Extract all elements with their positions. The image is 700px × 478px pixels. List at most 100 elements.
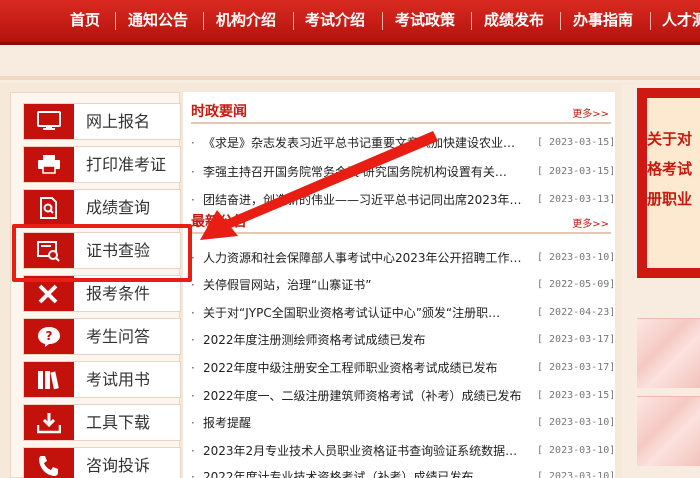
phone-icon: [24, 448, 74, 478]
notice-date: [ 2023-03-15]: [537, 390, 613, 401]
list-item[interactable]: · 报考提醒 [ 2023-03-10]: [191, 412, 613, 434]
bullet: ·: [191, 389, 195, 403]
menu-label: 工具下载: [86, 413, 151, 432]
notice-text: 关于对 格考试 册职业: [647, 124, 700, 214]
books-icon: [24, 362, 74, 397]
nav-about[interactable]: 机构介绍: [216, 0, 276, 42]
news-date: [ 2023-03-15]: [537, 166, 613, 177]
side-banner[interactable]: [637, 318, 700, 388]
list-item[interactable]: · 关停假冒网站，治理“山寨证书” [ 2022-05-09]: [191, 274, 613, 296]
menu-online-registration[interactable]: 网上报名: [23, 103, 181, 140]
menu-tool-download[interactable]: 工具下载: [23, 404, 181, 441]
menu-label: 网上报名: [86, 112, 151, 131]
list-item[interactable]: · 2023年2月专业技术人员职业资格证书查询验证系统数据… [ 2023-03…: [191, 440, 613, 462]
notice-date: [ 2023-03-10]: [537, 471, 613, 478]
notice-title[interactable]: 报考提醒: [203, 412, 531, 434]
menu-print-admission[interactable]: 打印准考证: [23, 146, 181, 183]
highlight-box: [12, 224, 192, 282]
list-item[interactable]: · 团结奋进，创造新的伟业——习近平总书记同出席2023年… [ 2023-03…: [191, 189, 613, 211]
bullet: ·: [191, 306, 195, 320]
section-header-notices: 最新公告 更多>>: [191, 210, 611, 234]
top-navigation: 首页 通知公告 机构介绍 考试介绍 考试政策 成绩发布 办事指南 人才测: [0, 0, 700, 45]
notice-line: 格考试: [647, 160, 693, 178]
bullet: ·: [191, 165, 195, 179]
nav-results[interactable]: 成绩发布: [484, 0, 544, 42]
list-item[interactable]: · 2022年度一、二级注册建筑师资格考试（补考）成绩已发布 [ 2023-03…: [191, 385, 613, 407]
menu-label: 考生问答: [86, 327, 151, 346]
news-panel: 时政要闻 更多>> · 《求是》杂志发表习近平总书记重要文章《加快建设农业… […: [183, 92, 615, 478]
notice-date: [ 2022-04-23]: [537, 307, 613, 318]
menu-label: 成绩查询: [86, 198, 151, 217]
nav-exam-intro[interactable]: 考试介绍: [305, 0, 365, 42]
section-title: 时政要闻: [191, 104, 247, 120]
list-item[interactable]: · 2022年度中级注册安全工程师职业资格考试成绩已发布 [ 2023-03-1…: [191, 357, 613, 379]
menu-label: 考试用书: [86, 370, 151, 389]
menu-label: 咨询投诉: [86, 456, 151, 475]
list-item[interactable]: · 关于对“JYPC全国职业资格考试认证中心”颁发“注册职… [ 2022-04…: [191, 302, 613, 324]
section-title: 最新公告: [191, 214, 247, 230]
bullet: ·: [191, 470, 195, 478]
more-link[interactable]: 更多>>: [572, 215, 609, 230]
nav-divider: [382, 12, 383, 30]
question-bubble-icon: ?: [24, 319, 74, 354]
section-header-news: 时政要闻 更多>>: [191, 100, 611, 124]
header-strip: [0, 76, 700, 80]
news-date: [ 2023-03-13]: [537, 194, 613, 205]
news-title[interactable]: 李强主持召开国务院常务会议 研究国务院机构设置有关…: [203, 161, 531, 183]
list-item[interactable]: · 2022年度计专业技术资格考试（补考）成绩已发布 [ 2023-03-10]: [191, 466, 613, 478]
nav-exam-policy[interactable]: 考试政策: [395, 0, 455, 42]
nav-divider: [115, 12, 116, 30]
printer-icon: [24, 147, 74, 182]
menu-faq[interactable]: ? 考生问答: [23, 318, 181, 355]
more-link[interactable]: 更多>>: [572, 105, 609, 120]
nav-divider: [203, 12, 204, 30]
bullet: ·: [191, 416, 195, 430]
notice-date: [ 2023-03-10]: [537, 417, 613, 428]
bullet: ·: [191, 333, 195, 347]
list-item[interactable]: · 李强主持召开国务院常务会议 研究国务院机构设置有关… [ 2023-03-1…: [191, 161, 613, 183]
menu-label: 打印准考证: [86, 155, 167, 174]
news-title[interactable]: 《求是》杂志发表习近平总书记重要文章《加快建设农业…: [203, 132, 531, 154]
nav-home[interactable]: 首页: [70, 0, 100, 42]
bullet: ·: [191, 193, 195, 207]
list-item[interactable]: · 2022年度注册测绘师资格考试成绩已发布 [ 2023-03-17]: [191, 329, 613, 351]
menu-score-query[interactable]: 成绩查询: [23, 189, 181, 226]
notice-title[interactable]: 2022年度注册测绘师资格考试成绩已发布: [203, 329, 531, 351]
notice-date: [ 2023-03-10]: [537, 252, 613, 263]
nav-talent[interactable]: 人才测: [662, 0, 700, 42]
svg-text:?: ?: [46, 329, 53, 343]
bullet: ·: [191, 361, 195, 375]
quick-menu: 网上报名 打印准考证 成绩查询 证书查验 报考条件 ? 考生问答 考试用书 工具…: [10, 92, 181, 478]
notice-title[interactable]: 关停假冒网站，治理“山寨证书”: [203, 274, 531, 296]
menu-exam-books[interactable]: 考试用书: [23, 361, 181, 398]
nav-notices[interactable]: 通知公告: [128, 0, 188, 42]
nav-divider: [560, 12, 561, 30]
notice-date: [ 2022-05-09]: [537, 279, 613, 290]
notice-title[interactable]: 人力资源和社会保障部人事考试中心2023年公开招聘工作…: [203, 247, 531, 269]
news-date: [ 2023-03-15]: [537, 137, 613, 148]
notice-title[interactable]: 2022年度中级注册安全工程师职业资格考试成绩已发布: [203, 357, 531, 379]
list-item[interactable]: · 人力资源和社会保障部人事考试中心2023年公开招聘工作… [ 2023-03…: [191, 247, 613, 269]
news-title[interactable]: 团结奋进，创造新的伟业——习近平总书记同出席2023年…: [203, 189, 531, 211]
notice-title[interactable]: 2023年2月专业技术人员职业资格证书查询验证系统数据…: [203, 440, 531, 462]
nav-divider: [471, 12, 472, 30]
document-search-icon: [24, 190, 74, 225]
notice-line: 关于对: [647, 130, 693, 148]
notice-title[interactable]: 2022年度一、二级注册建筑师资格考试（补考）成绩已发布: [203, 385, 531, 407]
nav-divider: [650, 12, 651, 30]
nav-divider: [293, 12, 294, 30]
notice-card[interactable]: 关于对 格考试 册职业: [637, 88, 700, 278]
notice-title[interactable]: 关于对“JYPC全国职业资格考试认证中心”颁发“注册职…: [203, 302, 531, 324]
bullet: ·: [191, 444, 195, 458]
notice-line: 册职业: [647, 190, 693, 208]
list-item[interactable]: · 《求是》杂志发表习近平总书记重要文章《加快建设农业… [ 2023-03-1…: [191, 132, 613, 154]
notice-date: [ 2023-03-17]: [537, 334, 613, 345]
notice-date: [ 2023-03-17]: [537, 362, 613, 373]
monitor-icon: [24, 104, 74, 139]
side-banner[interactable]: [637, 396, 700, 466]
menu-consult-complaint[interactable]: 咨询投诉: [23, 447, 181, 478]
notice-title[interactable]: 2022年度计专业技术资格考试（补考）成绩已发布: [203, 466, 531, 478]
nav-guide[interactable]: 办事指南: [573, 0, 633, 42]
bullet: ·: [191, 136, 195, 150]
download-tray-icon: [24, 405, 74, 440]
